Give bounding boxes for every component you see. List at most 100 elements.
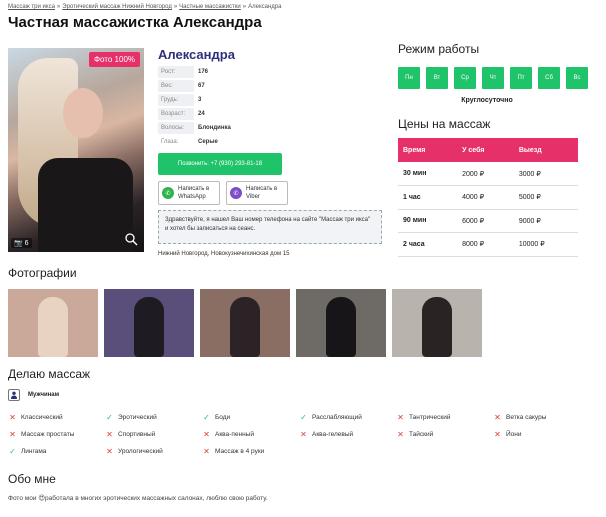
cross-icon: ✕ xyxy=(494,413,501,422)
price-cell: 2000 ₽ xyxy=(457,162,514,186)
attr-key: Волосы: xyxy=(158,122,194,134)
day-sat: Сб xyxy=(538,67,560,89)
cross-icon: ✕ xyxy=(9,430,16,439)
thumb-figure xyxy=(326,297,356,357)
about-title: Обо мне xyxy=(8,472,56,486)
photo-face-shape xyxy=(63,88,103,138)
attr-key: Рост: xyxy=(158,66,194,78)
photo-thumb[interactable] xyxy=(104,289,194,357)
attr-value: 67 xyxy=(198,83,205,89)
service-label: Лингама xyxy=(21,448,47,455)
price-cell: 30 мин xyxy=(398,162,458,186)
photo-count: 📷 6 xyxy=(11,238,32,248)
service-label: Боди xyxy=(215,414,231,421)
attr-eyes: Глаза: Серые xyxy=(158,136,241,148)
whatsapp-label: Написать в WhatsApp xyxy=(178,186,210,200)
service-item: ✕ Спортивный xyxy=(105,429,202,440)
service-label: Аква-пенный xyxy=(215,431,254,438)
schedule-days: Пн Вт Ср Чт Пт Сб Вс xyxy=(398,67,594,89)
cross-icon: ✕ xyxy=(106,447,113,456)
cross-icon: ✕ xyxy=(106,430,113,439)
service-item: ✕ Тайский xyxy=(396,429,493,440)
whatsapp-icon: ✆ xyxy=(162,187,174,199)
price-header-incall: У себя xyxy=(457,138,514,162)
service-label: Массаж в 4 руки xyxy=(215,448,265,455)
attr-age: Возраст: 24 xyxy=(158,108,241,120)
service-item: ✕ Массаж простаты xyxy=(8,429,105,440)
service-item: ✓ Лингама xyxy=(8,446,105,457)
thumb-figure xyxy=(134,297,164,357)
photo-count-value: 6 xyxy=(24,240,29,247)
attr-key: Вес: xyxy=(158,80,194,92)
service-label: Расслабляющий xyxy=(312,414,362,421)
thumb-figure xyxy=(422,297,452,357)
service-label: Урологический xyxy=(118,448,163,455)
service-item: ✕ Тантрический xyxy=(396,412,493,423)
address: Нижний Новгород, Новокузнечихинская дом … xyxy=(158,251,290,257)
cross-icon: ✕ xyxy=(397,430,404,439)
call-note: Здравствуйте, я нашел Ваш номер телефона… xyxy=(158,210,382,244)
attr-value: Блондинка xyxy=(198,125,231,131)
cross-icon: ✕ xyxy=(494,430,501,439)
service-item: ✕ Массаж в 4 руки xyxy=(202,446,299,457)
attr-hair: Волосы: Блондинка xyxy=(158,122,241,134)
whatsapp-button[interactable]: ✆ Написать в WhatsApp xyxy=(158,181,220,205)
day-mon: Пн xyxy=(398,67,420,89)
price-cell: 3000 ₽ xyxy=(513,162,578,186)
main-photo[interactable]: Фото 100% 📷 6 xyxy=(8,48,144,252)
service-label: Эротический xyxy=(118,414,157,421)
photo-thumb[interactable] xyxy=(8,289,98,357)
category-male-icon[interactable] xyxy=(8,389,20,401)
breadcrumb: Массаж три икса» Эротический массаж Нижни… xyxy=(8,4,282,10)
service-item: ✕ Йони xyxy=(493,429,590,440)
day-sun: Вс xyxy=(566,67,588,89)
price-cell: 5000 ₽ xyxy=(513,185,578,210)
attr-height: Рост: 176 xyxy=(158,66,241,78)
check-icon: ✓ xyxy=(9,447,16,456)
check-icon: ✓ xyxy=(106,413,113,422)
price-cell: 1 час xyxy=(398,185,458,210)
attr-key: Глаза: xyxy=(161,139,179,145)
price-cell: 2 часа xyxy=(398,232,458,257)
page-title: Частная массажистка Александра xyxy=(8,14,262,31)
photo-verified-badge: Фото 100% xyxy=(88,52,140,67)
service-item: ✕ Урологический xyxy=(105,446,202,457)
price-cell: 4000 ₽ xyxy=(457,185,514,210)
service-label: Массаж простаты xyxy=(21,431,75,438)
cross-icon: ✕ xyxy=(9,413,16,422)
profile-name: Александра xyxy=(158,47,235,62)
price-cell: 10000 ₽ xyxy=(513,232,578,257)
table-row: 30 мин 2000 ₽3000 ₽ xyxy=(398,162,578,186)
viber-button[interactable]: ✆ Написать в Viber xyxy=(226,181,288,205)
photo-thumb[interactable] xyxy=(200,289,290,357)
attr-value: 24 xyxy=(198,111,205,117)
photo-gallery xyxy=(8,289,488,357)
service-label: Йони xyxy=(506,431,522,438)
services-title: Делаю массаж xyxy=(8,367,91,381)
service-label: Классический xyxy=(21,414,63,421)
call-button[interactable]: Позвонить: +7 (930) 293-81-18 xyxy=(158,153,282,175)
viber-icon: ✆ xyxy=(230,187,242,199)
day-thu: Чт xyxy=(482,67,504,89)
day-wed: Ср xyxy=(454,67,476,89)
camera-icon: 📷 xyxy=(14,240,23,247)
profile-attributes: Рост: 176 Вес: 67 Грудь: 3 Возраст: 24 Волос… xyxy=(158,66,241,150)
zoom-icon[interactable] xyxy=(124,232,138,246)
thumb-figure xyxy=(38,297,68,357)
photo-thumb[interactable] xyxy=(296,289,386,357)
service-item: ✕ Аква-пенный xyxy=(202,429,299,440)
check-icon: ✓ xyxy=(203,413,210,422)
service-item: ✕ Аква-гелевый xyxy=(299,429,396,440)
breadcrumb-link-city[interactable]: Эротический массаж Нижний Новгород xyxy=(62,4,172,10)
attr-value: Серые xyxy=(198,139,218,145)
attr-weight: Вес: 67 xyxy=(158,80,241,92)
service-label: Тайский xyxy=(409,431,434,438)
prices-title: Цены на массаж xyxy=(398,117,491,131)
breadcrumb-link-category[interactable]: Частные массажистки xyxy=(179,4,241,10)
table-row: 90 мин 6000 ₽9000 ₽ xyxy=(398,209,578,233)
breadcrumb-link-home[interactable]: Массаж три икса xyxy=(8,4,55,10)
price-cell: 6000 ₽ xyxy=(457,209,514,233)
photo-thumb[interactable] xyxy=(392,289,482,357)
person-icon xyxy=(11,391,17,399)
service-label: Тантрический xyxy=(409,414,451,421)
